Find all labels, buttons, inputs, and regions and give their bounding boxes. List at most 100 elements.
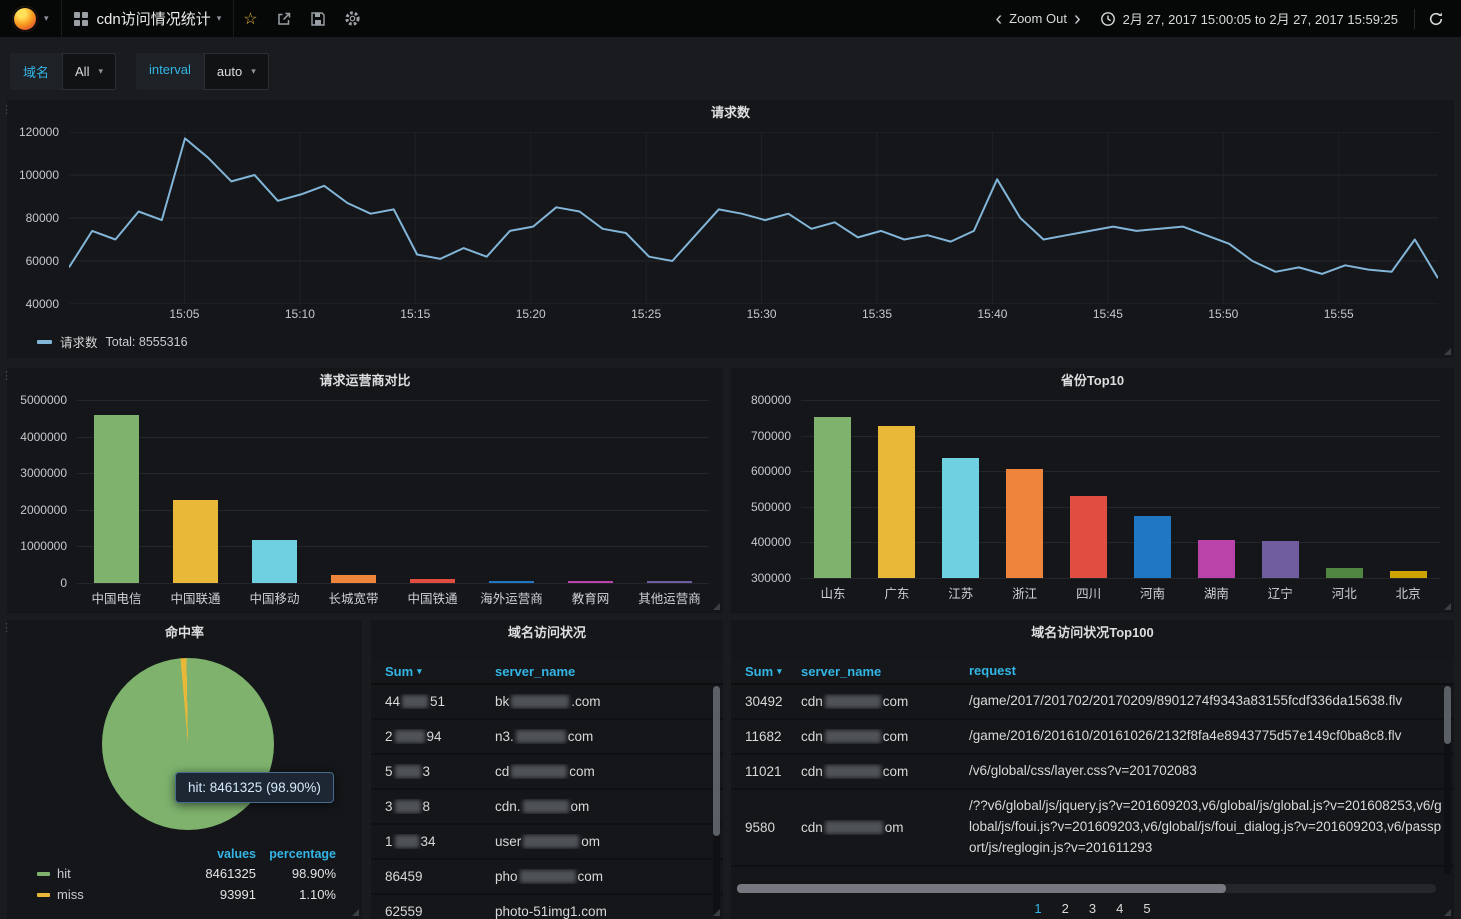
bar-中国移动[interactable] [251, 539, 298, 583]
column-header-server-name[interactable]: server_name [797, 664, 963, 679]
legend-header-values[interactable]: values [164, 847, 256, 861]
line-chart-plot[interactable] [69, 132, 1438, 304]
bar-chart-plot[interactable] [801, 400, 1440, 579]
bar-其他运营商[interactable] [646, 581, 693, 583]
time-picker-button[interactable]: 2月 27, 2017 15:00:05 to 2月 27, 2017 15:5… [1088, 0, 1410, 37]
bar-江苏[interactable] [942, 458, 980, 578]
legend-series-label[interactable]: 请求数 [60, 332, 98, 351]
redacted-text [824, 820, 883, 834]
bar-四川[interactable] [1070, 496, 1108, 578]
chevron-left-icon: ‹ [995, 7, 1003, 30]
time-shift-forward-button[interactable]: › [1067, 9, 1088, 29]
bar-中国电信[interactable] [93, 414, 140, 583]
x-tick-label: 15:05 [169, 307, 200, 321]
panel-title-domain-table[interactable]: 域名访问状况 [371, 620, 723, 646]
bar-中国铁通[interactable] [409, 579, 456, 583]
x-category-label: 河南 [1139, 587, 1165, 601]
x-category-label: 湖南 [1203, 587, 1229, 601]
x-axis: 中国电信 中国联通 中国移动 长城宽带 中国铁通 海外运营商 教育网 其他运营商 [77, 588, 709, 607]
bar-广东[interactable] [878, 426, 916, 578]
row-drag-handle[interactable]: ⋮ [1, 623, 12, 634]
page-4[interactable]: 4 [1116, 901, 1123, 916]
panel-title-requests[interactable]: 请求数 [7, 100, 1454, 126]
y-tick-label: 2000000 [20, 502, 67, 517]
bar-北京[interactable] [1389, 570, 1427, 578]
column-header-request[interactable]: request [963, 655, 1454, 687]
x-category-label: 中国移动 [249, 592, 300, 606]
dashboard-selector[interactable]: cdn访问情况统计 ▾ [62, 0, 235, 37]
bar-浙江[interactable] [1006, 469, 1044, 578]
cell-server-name: cdn com [801, 694, 909, 709]
variable-dropdown-interval[interactable]: auto ▾ [203, 53, 269, 90]
table-body: 30492 cdn com/game/2017/201702/20170209/89… [731, 685, 1454, 867]
y-tick-label: 600000 [750, 464, 791, 479]
share-button[interactable] [267, 0, 301, 37]
bar-河南[interactable] [1133, 516, 1172, 578]
scrollbar-thumb[interactable] [737, 884, 1227, 893]
bar-chart-plot[interactable] [77, 400, 709, 584]
refresh-button[interactable] [1419, 0, 1453, 37]
star-button[interactable]: ☆ [234, 0, 266, 37]
bar-山东[interactable] [814, 417, 852, 578]
page-5[interactable]: 5 [1143, 901, 1150, 916]
table-row: 30492 cdn com/game/2017/201702/20170209/89… [731, 685, 1454, 720]
pie-chart[interactable] [102, 658, 274, 830]
cell-server-name: bk .com [495, 694, 601, 709]
bar-海外运营商[interactable] [488, 581, 535, 583]
y-tick-label: 60000 [25, 254, 59, 268]
panel-title-hitrate[interactable]: 命中率 [7, 620, 362, 646]
legend-item-miss[interactable]: miss [57, 887, 84, 902]
horizontal-scrollbar[interactable] [737, 884, 1436, 893]
bar-slot [993, 469, 1057, 578]
zoom-out-button[interactable]: Zoom Out [1009, 11, 1067, 26]
vertical-scrollbar[interactable] [713, 686, 720, 915]
legend-item-hit[interactable]: hit [57, 866, 71, 881]
column-header-sum[interactable]: Sum ▾ [371, 664, 483, 679]
variable-dropdown-domain[interactable]: All ▾ [62, 53, 116, 90]
bar-长城宽带[interactable] [330, 574, 377, 583]
x-category-label: 北京 [1395, 587, 1421, 601]
table-body: 44 51 bk .com 2 94 n3. com 5 3 cd com 3 8 cdn. om 1 34 use… [371, 685, 723, 919]
y-tick-label: 1000000 [20, 539, 67, 554]
column-header-sum[interactable]: Sum ▾ [731, 664, 797, 679]
table-row: 5 3 cd com [371, 755, 723, 790]
bar-slot [929, 458, 993, 578]
scrollbar-thumb[interactable] [713, 686, 720, 836]
bar-辽宁[interactable] [1261, 540, 1299, 578]
bar-slot [393, 579, 472, 583]
page-2[interactable]: 2 [1062, 901, 1069, 916]
page-1[interactable]: 1 [1034, 901, 1041, 916]
cell-sum: 38 [385, 799, 431, 814]
scrollbar-thumb[interactable] [1444, 686, 1451, 744]
bar-slot [235, 539, 314, 583]
bar-slot [551, 581, 630, 583]
grafana-menu-button[interactable]: ▾ [0, 0, 62, 37]
row-drag-handle[interactable]: ⋮ [1, 105, 12, 116]
x-category-label: 浙江 [1012, 587, 1038, 601]
settings-button[interactable] [335, 0, 370, 37]
cell-server-name: photo-51img1.com [495, 904, 607, 919]
redacted-text [511, 695, 570, 708]
save-button[interactable] [301, 0, 335, 37]
time-shift-back-button[interactable]: ‹ [988, 9, 1009, 29]
table-row: 86459 pho com [371, 860, 723, 895]
row-drag-handle[interactable]: ⋮ [1, 371, 12, 382]
refresh-icon [1429, 12, 1443, 25]
bar-湖南[interactable] [1197, 539, 1235, 578]
table-row: 1 34 user om [371, 825, 723, 860]
star-icon: ☆ [243, 10, 258, 28]
vertical-scrollbar[interactable] [1444, 686, 1451, 875]
bar-教育网[interactable] [567, 581, 614, 583]
legend-header-percentage[interactable]: percentage [256, 847, 336, 861]
panel-title-isp[interactable]: 请求运营商对比 [7, 368, 723, 394]
panel-title-province[interactable]: 省份Top10 [731, 368, 1454, 394]
cell-server-name: cdn. om [495, 799, 590, 814]
bar-slot [630, 581, 709, 583]
column-header-server-name[interactable]: server_name [483, 664, 723, 679]
variable-label-domain: 域名 [10, 53, 63, 90]
panel-title-top100[interactable]: 域名访问状况Top100 [731, 620, 1454, 646]
bar-中国联通[interactable] [172, 499, 219, 583]
legend-percentage: 1.10% [299, 887, 336, 902]
bar-河北[interactable] [1325, 568, 1363, 578]
page-3[interactable]: 3 [1089, 901, 1096, 916]
